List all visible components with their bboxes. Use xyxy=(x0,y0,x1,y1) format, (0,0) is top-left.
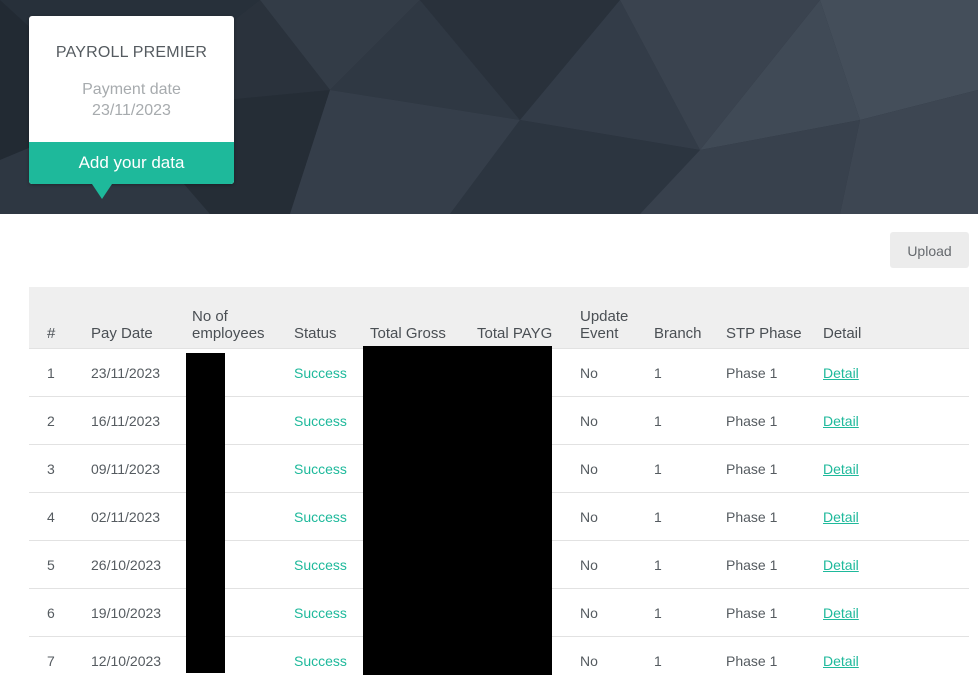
row-status: Success xyxy=(294,397,370,445)
row-stp-phase: Phase 1 xyxy=(726,589,823,637)
row-update-event: No xyxy=(580,397,654,445)
row-branch: 1 xyxy=(654,493,726,541)
add-your-data-button[interactable]: Add your data xyxy=(29,142,234,184)
redaction-employees xyxy=(186,353,225,673)
header-num: # xyxy=(29,287,91,349)
row-num: 3 xyxy=(29,445,91,493)
header-detail: Detail xyxy=(823,287,969,349)
row-update-event: No xyxy=(580,349,654,397)
redaction-totals xyxy=(363,346,552,675)
row-status: Success xyxy=(294,493,370,541)
header-employees-line1: No of xyxy=(192,308,228,325)
detail-link[interactable]: Detail xyxy=(823,605,859,621)
detail-link[interactable]: Detail xyxy=(823,413,859,429)
row-stp-phase: Phase 1 xyxy=(726,541,823,589)
detail-link[interactable]: Detail xyxy=(823,653,859,669)
card-title: PAYROLL PREMIER xyxy=(29,44,234,62)
row-status: Success xyxy=(294,541,370,589)
row-status: Success xyxy=(294,349,370,397)
row-num: 4 xyxy=(29,493,91,541)
detail-link[interactable]: Detail xyxy=(823,461,859,477)
payment-date-value: 23/11/2023 xyxy=(29,102,234,120)
header-pay-date: Pay Date xyxy=(91,287,192,349)
upload-button[interactable]: Upload xyxy=(890,232,969,268)
row-stp-phase: Phase 1 xyxy=(726,349,823,397)
row-update-event: No xyxy=(580,589,654,637)
row-update-event: No xyxy=(580,445,654,493)
header-stp-phase: STP Phase xyxy=(726,287,823,349)
cta-arrow-icon xyxy=(92,184,112,199)
row-status: Success xyxy=(294,589,370,637)
detail-link[interactable]: Detail xyxy=(823,509,859,525)
row-num: 1 xyxy=(29,349,91,397)
row-branch: 1 xyxy=(654,445,726,493)
header-employees-line2: employees xyxy=(192,325,265,342)
row-branch: 1 xyxy=(654,589,726,637)
row-stp-phase: Phase 1 xyxy=(726,397,823,445)
row-pay-date: 26/10/2023 xyxy=(91,541,192,589)
row-pay-date: 23/11/2023 xyxy=(91,349,192,397)
row-status: Success xyxy=(294,445,370,493)
row-pay-date: 02/11/2023 xyxy=(91,493,192,541)
row-pay-date: 19/10/2023 xyxy=(91,589,192,637)
row-num: 2 xyxy=(29,397,91,445)
row-num: 5 xyxy=(29,541,91,589)
header-update-line1: Update xyxy=(580,308,628,325)
row-update-event: No xyxy=(580,541,654,589)
header-status: Status xyxy=(294,287,370,349)
row-pay-date: 16/11/2023 xyxy=(91,397,192,445)
table-header-row: # Pay Date No of employees Status Total … xyxy=(29,287,969,349)
detail-link[interactable]: Detail xyxy=(823,557,859,573)
payment-date-label: Payment date xyxy=(29,81,234,99)
payroll-summary-card: PAYROLL PREMIER Payment date 23/11/2023 … xyxy=(29,16,234,184)
row-stp-phase: Phase 1 xyxy=(726,445,823,493)
row-num: 6 xyxy=(29,589,91,637)
header-update-line2: Event xyxy=(580,325,618,342)
header-total-payg: Total PAYG xyxy=(477,287,580,349)
detail-link[interactable]: Detail xyxy=(823,365,859,381)
header-employees: No of employees xyxy=(192,287,294,349)
header-branch: Branch xyxy=(654,287,726,349)
row-pay-date: 09/11/2023 xyxy=(91,445,192,493)
header-total-gross: Total Gross xyxy=(370,287,477,349)
row-stp-phase: Phase 1 xyxy=(726,493,823,541)
row-branch: 1 xyxy=(654,541,726,589)
row-branch: 1 xyxy=(654,349,726,397)
header-update-event: Update Event xyxy=(580,287,654,349)
row-update-event: No xyxy=(580,493,654,541)
row-branch: 1 xyxy=(654,397,726,445)
